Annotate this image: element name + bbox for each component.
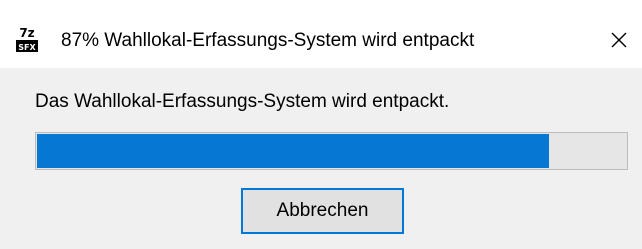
close-icon — [611, 32, 627, 48]
7z-sfx-icon: 7z SFX — [16, 26, 38, 52]
svg-text:7z: 7z — [19, 26, 34, 40]
progress-bar-fill — [37, 134, 549, 168]
title-bar: 7z SFX 87% Wahllokal-Erfassungs-System w… — [0, 0, 642, 68]
extract-dialog: 7z SFX 87% Wahllokal-Erfassungs-System w… — [0, 0, 642, 249]
dialog-content: Das Wahllokal-Erfassungs-System wird ent… — [0, 68, 642, 249]
progress-bar — [35, 132, 628, 170]
close-button[interactable] — [596, 20, 642, 60]
svg-text:SFX: SFX — [18, 43, 36, 52]
cancel-button[interactable]: Abbrechen — [241, 188, 404, 234]
window-title: 87% Wahllokal-Erfassungs-System wird ent… — [61, 30, 475, 51]
status-message: Das Wahllokal-Erfassungs-System wird ent… — [35, 91, 450, 112]
